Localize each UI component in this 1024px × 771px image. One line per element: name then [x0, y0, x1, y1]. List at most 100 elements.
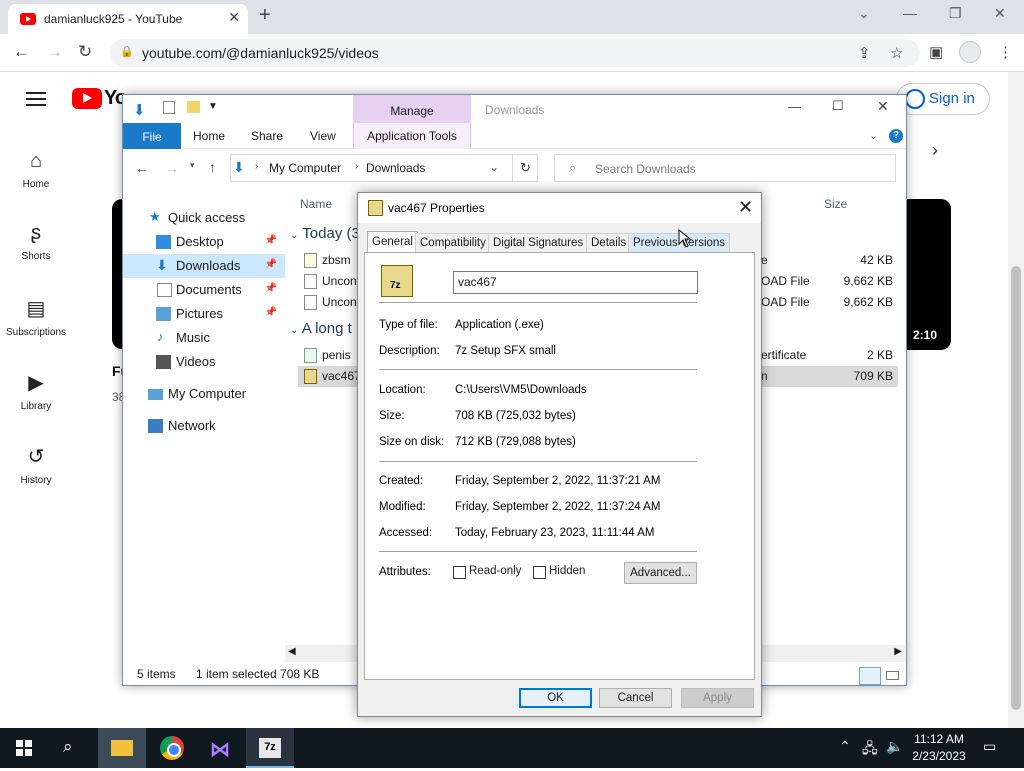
address-dropdown-icon[interactable]: ⌄	[489, 160, 499, 174]
manage-tab[interactable]: Manage	[353, 95, 471, 123]
taskbar-file-explorer[interactable]	[98, 728, 146, 768]
videos-icon	[156, 355, 171, 369]
taskbar-search-button[interactable]: ⌕	[48, 728, 96, 768]
group-long-ago[interactable]: ⌄ A long t	[290, 320, 352, 337]
explorer-search-input[interactable]: ⌕ Search Downloads	[554, 154, 896, 182]
properties-qat-icon[interactable]	[163, 101, 175, 114]
explorer-forward-icon[interactable]: →	[165, 160, 179, 176]
group-today[interactable]: ⌄ Today (3	[290, 225, 360, 242]
ok-button[interactable]: OK	[519, 688, 592, 708]
details-view-icon[interactable]	[859, 667, 881, 685]
explorer-back-icon[interactable]: ←	[135, 160, 149, 176]
restore-button[interactable]: ❐	[949, 5, 962, 22]
ribbon-tab-file[interactable]: File	[123, 123, 181, 149]
nav-downloads[interactable]: ⬇ Downloads 📌	[123, 254, 285, 278]
breadcrumb-separator-icon[interactable]: ›	[355, 161, 358, 172]
side-panel-icon[interactable]: ▣	[929, 43, 943, 61]
explorer-maximize-button[interactable]: ☐	[832, 98, 844, 114]
tab-details[interactable]: Details	[586, 233, 632, 253]
browser-tab[interactable]: damianluck925 - YouTube ✕	[8, 4, 248, 34]
ribbon-tab-share[interactable]: Share	[251, 129, 283, 143]
readonly-checkbox[interactable]	[453, 566, 466, 579]
nav-music[interactable]: ♪ Music	[123, 326, 285, 350]
breadcrumb-my-computer[interactable]: My Computer	[269, 161, 341, 175]
breadcrumb-downloads[interactable]: Downloads	[366, 161, 425, 175]
qat-dropdown-icon[interactable]: ▼	[208, 101, 218, 112]
explorer-minimize-button[interactable]: —	[788, 99, 801, 114]
apply-button[interactable]: Apply	[681, 688, 754, 708]
hidden-label[interactable]: Hidden	[549, 565, 585, 577]
address-bar[interactable]: 🔒 youtube.com/@damianluck925/videos ⇪ ☆	[110, 39, 920, 67]
forward-icon[interactable]: →	[46, 42, 63, 62]
chrome-menu-icon[interactable]: ⋮	[998, 43, 1013, 61]
up-folder-icon[interactable]: ↑	[209, 159, 216, 175]
youtube-logo-icon[interactable]	[72, 88, 102, 109]
column-header-name[interactable]: Name	[300, 197, 332, 211]
ribbon-tab-home[interactable]: Home	[193, 129, 225, 143]
help-icon[interactable]: ?	[889, 129, 903, 143]
tab-compatibility[interactable]: Compatibility	[415, 233, 491, 253]
size-label: Size:	[379, 410, 405, 422]
tab-close-icon[interactable]: ✕	[228, 9, 240, 26]
taskbar-visual-studio[interactable]: ⋈	[197, 728, 245, 768]
back-icon[interactable]: ←	[13, 42, 30, 62]
cancel-button[interactable]: Cancel	[599, 688, 672, 708]
nav-my-computer[interactable]: My Computer	[123, 382, 285, 406]
lock-icon[interactable]: 🔒	[120, 45, 134, 58]
new-folder-qat-icon[interactable]	[187, 101, 200, 113]
notifications-icon[interactable]: ▭	[983, 738, 996, 755]
nav-documents[interactable]: Documents 📌	[123, 278, 285, 302]
explorer-address-bar[interactable]: ⬇ › My Computer › Downloads ⌄	[230, 154, 538, 182]
new-tab-button[interactable]: +	[259, 4, 271, 27]
column-header-size[interactable]: Size	[824, 197, 847, 211]
scroll-left-icon[interactable]: ◀	[288, 646, 296, 657]
large-icons-view-icon[interactable]	[883, 667, 903, 685]
tab-digital-signatures[interactable]: Digital Signatures	[488, 233, 589, 253]
taskbar-chrome[interactable]	[148, 728, 196, 768]
yt-nav-subscriptions[interactable]: ▤ Subscriptions	[0, 296, 72, 338]
yt-nav-shorts[interactable]: ʂ Shorts	[0, 222, 72, 262]
chevron-right-icon[interactable]: ›	[932, 140, 938, 161]
profile-avatar-icon[interactable]	[959, 41, 981, 63]
sign-in-button[interactable]: Sign in	[896, 83, 990, 115]
nav-quick-access[interactable]: ★ Quick access	[123, 206, 285, 230]
bookmark-star-icon[interactable]: ☆	[890, 44, 903, 62]
nav-videos[interactable]: Videos	[123, 350, 285, 374]
ribbon-tab-view[interactable]: View	[310, 129, 336, 143]
scroll-right-icon[interactable]: ▶	[894, 646, 902, 657]
download-arrow-icon[interactable]: ⬇	[133, 101, 146, 119]
tab-general[interactable]: General	[367, 231, 418, 253]
refresh-icon[interactable]: ↻	[512, 154, 538, 182]
nav-desktop[interactable]: Desktop 📌	[123, 230, 285, 254]
tray-overflow-icon[interactable]: ⌃	[839, 738, 851, 755]
volume-icon[interactable]: 🔈	[886, 738, 903, 755]
dialog-close-button[interactable]: ✕	[738, 197, 753, 218]
start-button[interactable]	[0, 728, 48, 768]
network-tray-icon[interactable]: 🖧	[862, 738, 878, 762]
yt-nav-history[interactable]: ↺ History	[0, 444, 72, 486]
nav-pictures[interactable]: Pictures 📌	[123, 302, 285, 326]
file-name-field[interactable]: vac467	[453, 271, 698, 294]
nav-network[interactable]: Network	[123, 414, 285, 438]
advanced-button[interactable]: Advanced...	[624, 562, 697, 584]
hamburger-menu-icon[interactable]	[26, 92, 46, 106]
ribbon-tab-application-tools[interactable]: Application Tools	[353, 123, 471, 149]
close-window-button[interactable]: ✕	[994, 5, 1006, 22]
url-text[interactable]: youtube.com/@damianluck925/videos	[142, 45, 379, 61]
ribbon-expand-icon[interactable]: ⌄	[869, 129, 878, 142]
yt-nav-library[interactable]: ▶ Library	[0, 370, 72, 412]
breadcrumb-separator-icon[interactable]: ›	[255, 161, 258, 172]
taskbar-7zip[interactable]: 7z	[246, 728, 294, 768]
readonly-label[interactable]: Read-only	[469, 565, 521, 577]
explorer-close-button[interactable]: ✕	[877, 98, 889, 115]
reload-icon[interactable]: ↻	[78, 42, 92, 62]
hidden-checkbox[interactable]	[533, 566, 546, 579]
tab-search-icon[interactable]: ⌄	[858, 5, 870, 22]
taskbar-clock[interactable]: 11:12 AM 2/23/2023	[908, 731, 970, 765]
yt-nav-home[interactable]: ⌂ Home	[0, 150, 72, 190]
recent-locations-icon[interactable]: ▾	[190, 160, 195, 171]
share-icon[interactable]: ⇪	[858, 44, 871, 62]
page-scrollbar-thumb[interactable]	[1011, 266, 1021, 710]
minimize-button[interactable]: —	[903, 5, 917, 21]
general-tab-panel	[364, 252, 755, 680]
